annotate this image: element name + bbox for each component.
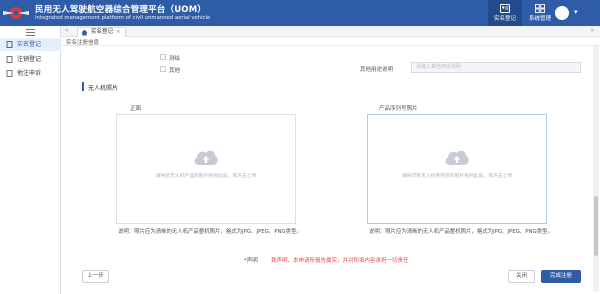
home-icon [81, 29, 88, 36]
front-photo-upload[interactable]: 请将您无人机产品的照片拖到此处，或点击上传 [116, 114, 296, 224]
sidebar-item-deregistration[interactable]: 注销登记 [0, 53, 61, 66]
app-title: 民用无人驾驶航空器综合管理平台（UOM） [35, 5, 207, 15]
serial-photo-label: 产品序列号照片 [379, 106, 418, 112]
scrollbar[interactable] [593, 46, 599, 292]
upload-hint: 请将印有无人机序列号的照片拖到此处，或点击上传 [401, 174, 513, 179]
top-header: 民用无人驾驶航空器综合管理平台（UOM） Integrated manageme… [0, 0, 600, 26]
user-avatar[interactable] [555, 6, 569, 20]
sidebar-item-appeal[interactable]: 他注申诉 [0, 67, 61, 80]
tab-strip: « 实名登记 × » [61, 26, 600, 37]
scroll-thumb[interactable] [594, 196, 598, 256]
declaration-text: 我声明，本申请所报告属实，并对所填内容承担一切责任 [271, 258, 409, 264]
document-icon [6, 70, 13, 77]
declaration-label: *声明 [244, 258, 258, 264]
grid-icon [535, 4, 545, 13]
cloud-upload-icon [445, 150, 469, 165]
app-subtitle: Integrated management platform of civil … [35, 15, 211, 21]
previous-step-button[interactable]: 上一步 [82, 270, 109, 283]
sidebar-item-label: 注销登记 [17, 56, 42, 63]
checkbox-surveying[interactable] [160, 54, 166, 60]
sidebar-item-registration[interactable]: 实名登记 [0, 38, 61, 51]
front-photo-note: 说明：照片应为清晰的无人机产品整机照片，格式为JPG、JPEG、PNG类型。 [118, 229, 302, 235]
nav-tab-registration[interactable]: 实名登记 [488, 0, 522, 26]
chevron-left-icon[interactable]: « [65, 27, 69, 34]
document-icon [6, 41, 13, 48]
chevron-right-icon[interactable]: » [590, 27, 594, 34]
other-purpose-label: 其他用途说明 [360, 67, 394, 73]
other-purpose-input[interactable]: 请输入其他用途说明 [411, 62, 581, 73]
upload-hint: 请将您无人机产品的照片拖到此处，或点击上传 [155, 174, 257, 179]
section-title: 无人机照片 [88, 85, 119, 92]
nav-tab-label: 实名登记 [493, 16, 516, 22]
tab-registration[interactable]: 实名登记 × [77, 27, 126, 37]
checkbox-label: 测绘 [169, 56, 181, 62]
close-button[interactable]: 关闭 [508, 270, 535, 283]
front-photo-label: 正面 [130, 106, 142, 112]
complete-registration-button[interactable]: 完成注册 [541, 270, 581, 283]
nav-tab-label: 系统管理 [528, 16, 551, 22]
sidebar-item-label: 他注申诉 [17, 70, 42, 77]
serial-photo-note: 说明：照片应为清晰的无人机产品整机照片，格式为JPG、JPEG、PNG类型。 [369, 229, 553, 235]
document-icon [6, 56, 13, 63]
sidebar-item-label: 实名登记 [17, 41, 42, 48]
menu-toggle-icon[interactable] [26, 29, 35, 36]
nav-tab-system[interactable]: 系统管理 [523, 0, 557, 26]
checkbox-label: 其他 [169, 68, 181, 74]
section-marker [82, 82, 84, 91]
checkbox-other[interactable] [160, 66, 166, 72]
serial-photo-upload[interactable]: 请将印有无人机序列号的照片拖到此处，或点击上传 [367, 114, 547, 224]
id-card-icon [500, 4, 510, 13]
close-icon[interactable]: × [116, 29, 121, 35]
cloud-upload-icon [194, 150, 218, 165]
divider [61, 45, 600, 46]
tab-label: 实名登记 [91, 29, 114, 35]
sidebar: 实名登记 注销登记 他注申诉 [0, 26, 61, 294]
chevron-down-icon[interactable]: ▾ [574, 8, 578, 16]
caac-logo-icon [3, 7, 29, 19]
